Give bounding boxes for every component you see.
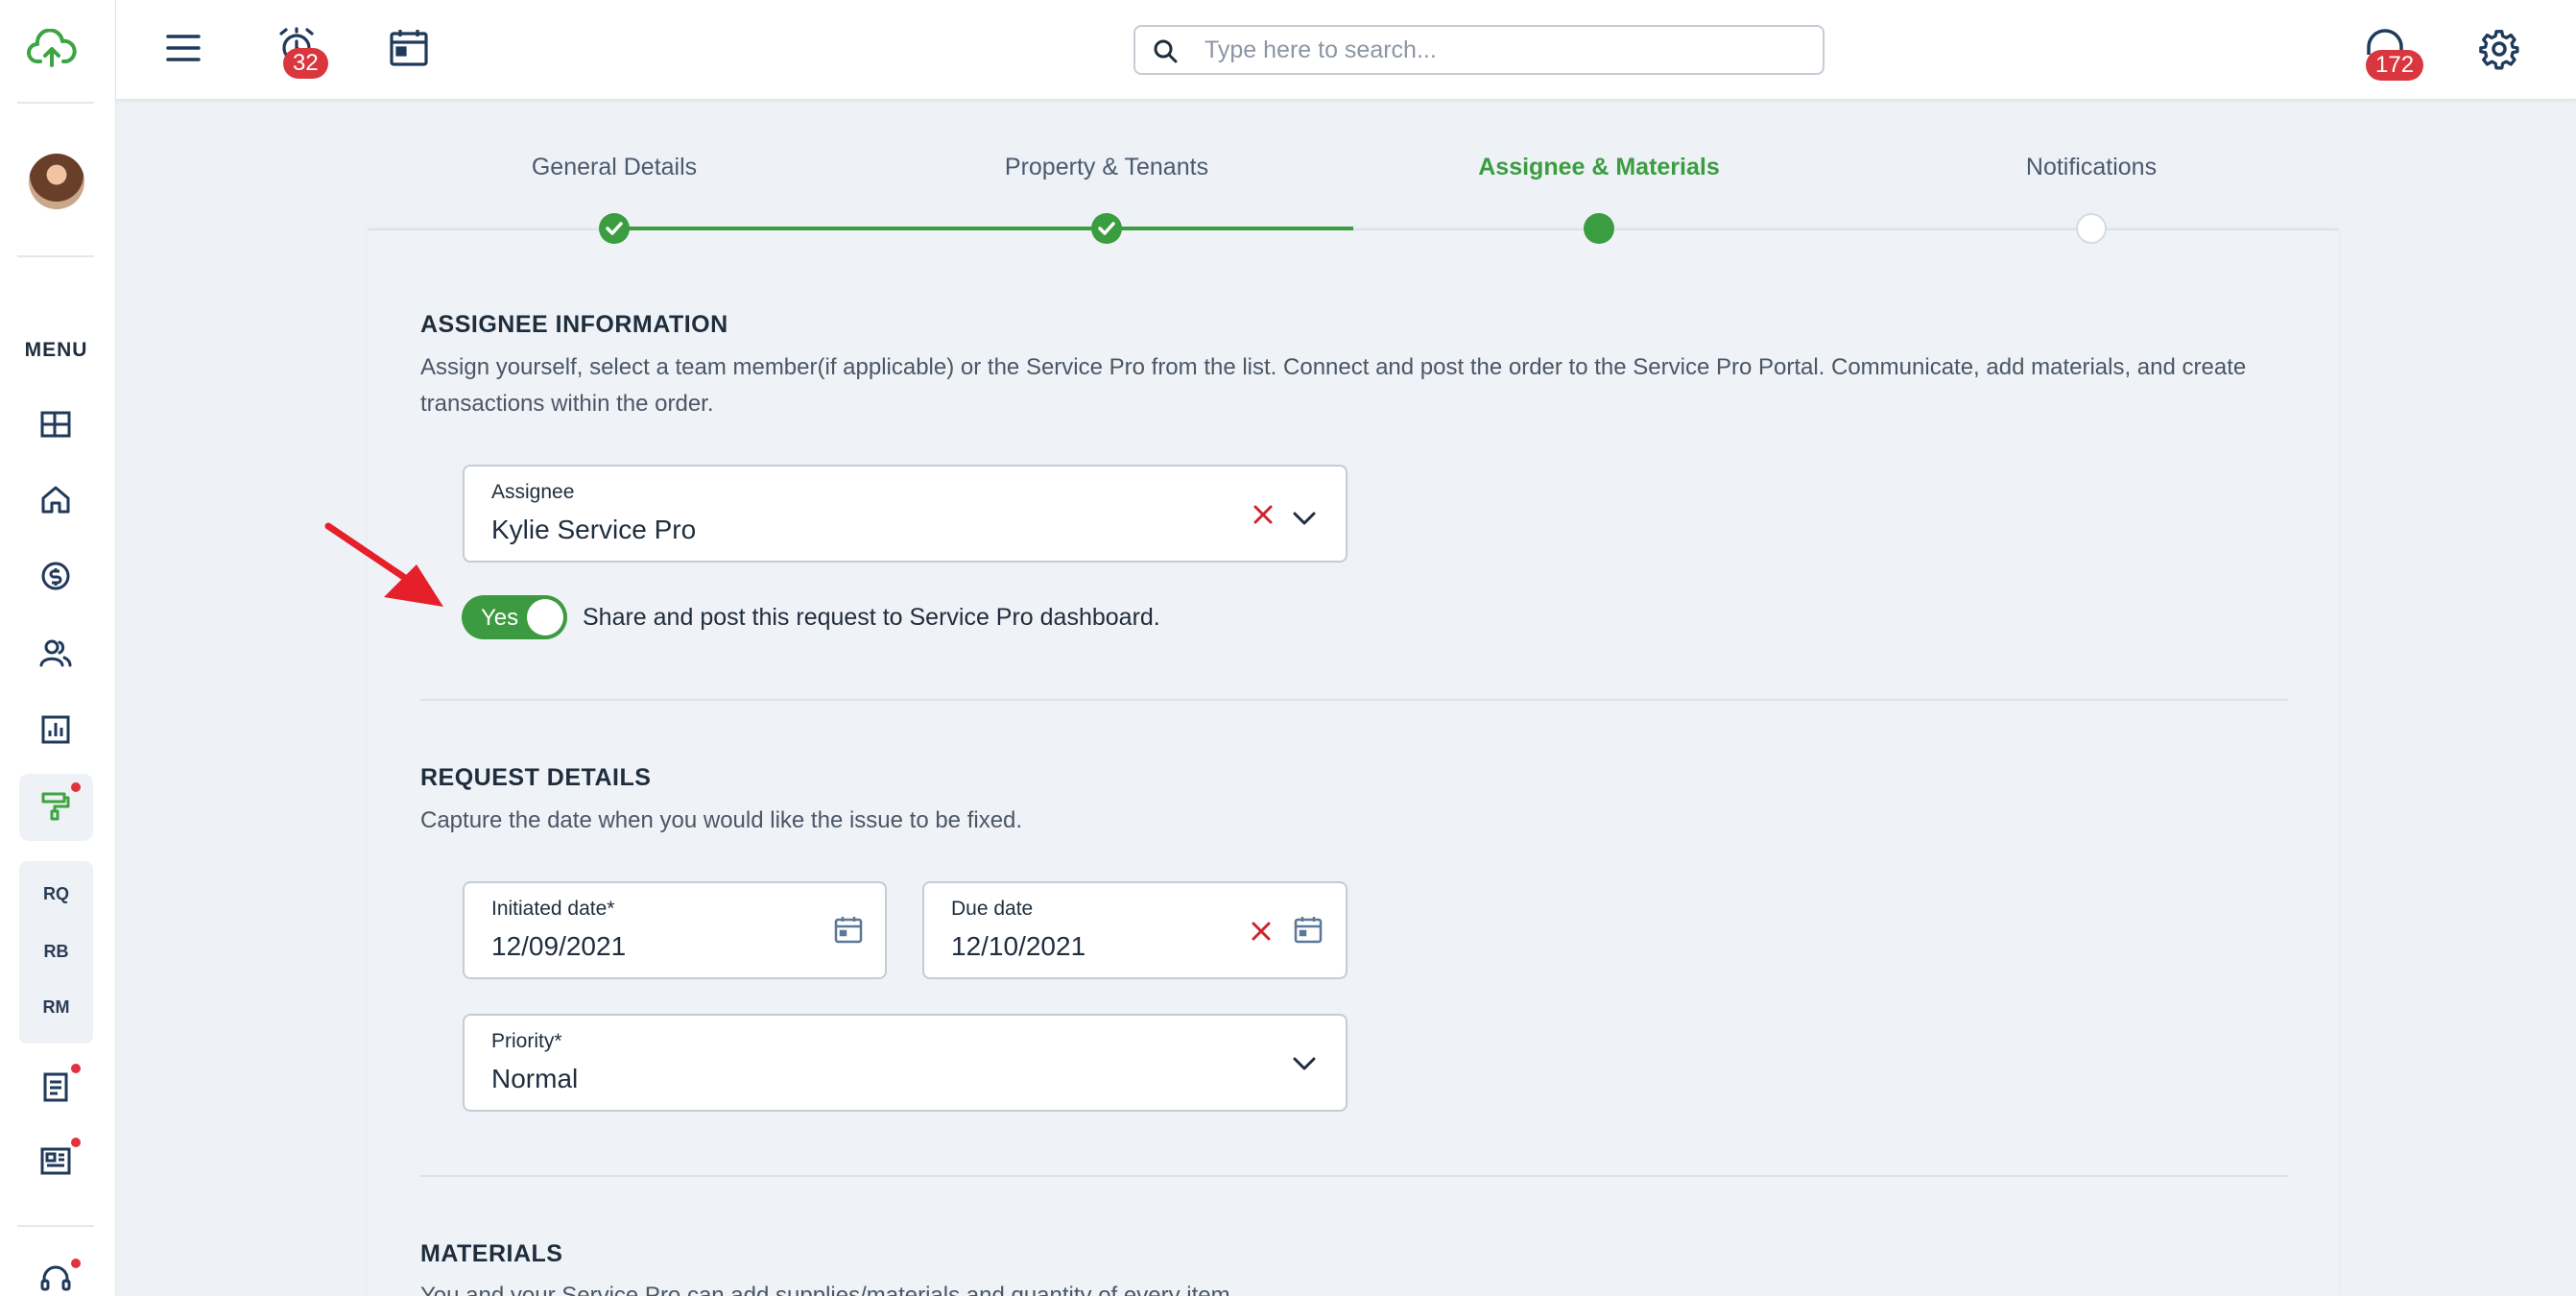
reports-icon[interactable] [35, 708, 77, 751]
home-icon[interactable] [35, 478, 77, 520]
step-pending-dot [2076, 213, 2107, 244]
user-avatar[interactable] [29, 154, 84, 209]
chevron-down-icon[interactable] [1288, 1046, 1321, 1079]
sidebar-item-rm[interactable]: RM [19, 997, 93, 1018]
priority-label: Priority* [491, 1030, 562, 1052]
sidebar-divider [17, 255, 94, 257]
document-icon[interactable] [35, 1066, 77, 1108]
share-toggle[interactable]: Yes [462, 595, 567, 639]
share-post-text: Share and post this request to Service P… [583, 604, 1160, 631]
notification-dot [71, 782, 81, 792]
step-label-property-tenants[interactable]: Property & Tenants [943, 154, 1270, 181]
clear-x-icon[interactable] [1250, 501, 1276, 528]
step-active-dot [1584, 213, 1614, 244]
priority-select[interactable]: Priority* Normal [463, 1014, 1348, 1112]
assignee-section-title: ASSIGNEE INFORMATION [420, 311, 728, 338]
due-date-field[interactable]: Due date 12/10/2021 [922, 881, 1348, 979]
due-date-value: 12/10/2021 [951, 931, 1086, 961]
sidebar-divider [17, 1225, 94, 1227]
paint-roller-icon[interactable] [35, 784, 77, 827]
stepper-progress-line [614, 227, 1353, 230]
step-label-general-details[interactable]: General Details [451, 154, 777, 181]
step-label-assignee-materials[interactable]: Assignee & Materials [1436, 154, 1762, 181]
hamburger-menu-icon[interactable] [162, 27, 204, 69]
search-box[interactable] [1133, 25, 1825, 75]
chevron-down-icon[interactable] [1288, 501, 1321, 534]
materials-section-title: MATERIALS [420, 1240, 563, 1267]
assignee-select[interactable]: Assignee Kylie Service Pro [463, 465, 1348, 563]
clear-x-icon[interactable] [1248, 918, 1275, 945]
section-divider [420, 699, 2288, 701]
due-date-label: Due date [951, 898, 1034, 920]
sidebar: MENU RQ RB RM [0, 0, 116, 1296]
sidebar-item-rq[interactable]: RQ [19, 884, 93, 904]
news-icon[interactable] [35, 1140, 77, 1182]
sidebar-divider [17, 102, 94, 104]
search-icon [1154, 39, 1178, 63]
section-divider [420, 1175, 2288, 1177]
assignee-section-description: Assign yourself, select a team member(if… [420, 354, 2247, 417]
notification-dot [71, 1259, 81, 1268]
notification-dot [71, 1138, 81, 1147]
search-input[interactable] [1205, 27, 1800, 73]
calendar-icon[interactable] [831, 912, 866, 947]
support-count-badge: 172 [2366, 50, 2424, 81]
assignee-label: Assignee [491, 481, 575, 503]
calendar-icon[interactable] [387, 25, 431, 69]
priority-value: Normal [491, 1064, 579, 1093]
dollar-icon[interactable] [35, 555, 77, 597]
toggle-label: Yes [481, 605, 519, 631]
menu-heading: MENU [24, 339, 88, 361]
people-icon[interactable] [35, 632, 77, 674]
initiated-date-label: Initiated date* [491, 898, 615, 920]
assignee-value: Kylie Service Pro [491, 515, 697, 544]
step-label-notifications[interactable]: Notifications [1928, 154, 2254, 181]
initiated-date-value: 12/09/2021 [491, 931, 627, 961]
toggle-knob [527, 599, 563, 636]
alerts-count-badge: 32 [283, 48, 328, 79]
notification-dot [71, 1064, 81, 1073]
dashboard-icon[interactable] [35, 403, 77, 445]
step-complete-check-icon [599, 213, 630, 244]
request-section-title: REQUEST DETAILS [420, 764, 652, 791]
calendar-icon[interactable] [1291, 912, 1325, 947]
top-bar: 32 172 [116, 0, 2576, 100]
gear-icon[interactable] [2477, 27, 2521, 71]
materials-section-description: You and your Service Pro can add supplie… [420, 1283, 1237, 1296]
step-complete-check-icon [1091, 213, 1122, 244]
sidebar-item-rb[interactable]: RB [19, 942, 93, 962]
initiated-date-field[interactable]: Initiated date* 12/09/2021 [463, 881, 887, 979]
cloud-upload-logo-icon[interactable] [27, 28, 77, 69]
request-section-description: Capture the date when you would like the… [420, 807, 1023, 833]
annotation-arrow-icon [324, 522, 443, 607]
